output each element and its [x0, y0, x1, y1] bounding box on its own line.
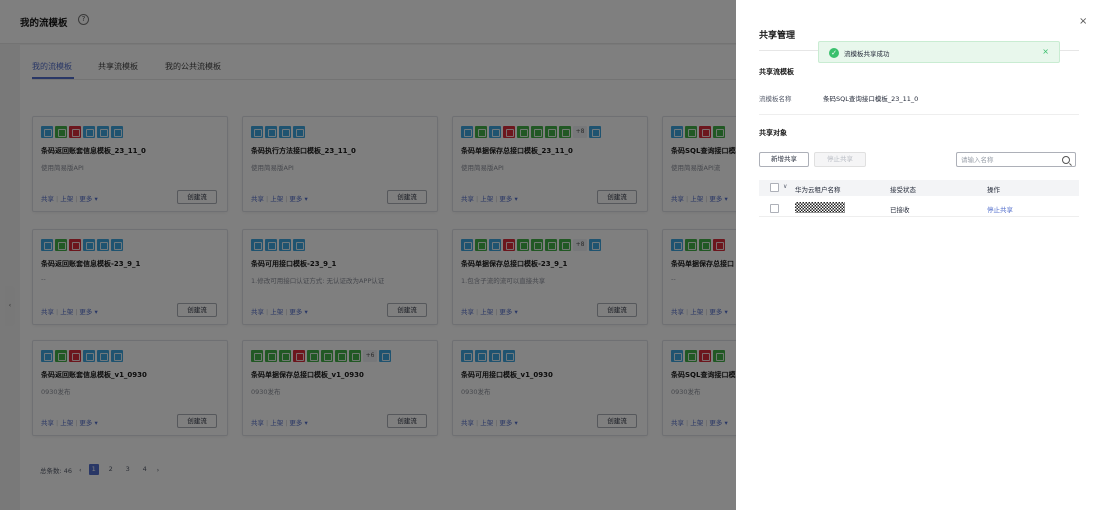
select-all-checkbox[interactable]: [770, 183, 779, 192]
toast-close-icon[interactable]: ×: [1042, 47, 1049, 56]
column-tenant-name: 华为云租户名称: [795, 186, 841, 194]
section-divider: [759, 114, 1079, 115]
section-share-targets: 共享对象: [759, 129, 787, 137]
row-stop-share-link[interactable]: 停止共享: [987, 204, 1013, 214]
row-checkbox[interactable]: [770, 204, 779, 213]
share-management-drawer: 共享管理 × ✓ 流模板共享成功 × 共享流模板 流模板名称 条码SQL查询接口…: [736, 0, 1101, 510]
drawer-title: 共享管理: [759, 31, 796, 41]
template-name-label: 流模板名称: [759, 95, 792, 103]
add-share-button[interactable]: 新增共享: [759, 152, 809, 167]
toast-message: 流模板共享成功: [844, 50, 890, 58]
tenant-search-input[interactable]: [961, 155, 1057, 165]
masked-tenant-name: [795, 202, 845, 213]
share-table-header: ∨ 华为云租户名称 接受状态 操作: [759, 180, 1079, 196]
column-actions: 操作: [987, 186, 1000, 194]
template-name-value: 条码SQL查询接口模板_23_11_0: [823, 95, 919, 103]
column-accept-status: 接受状态: [890, 186, 916, 194]
row-accept-status: 已接收: [890, 206, 910, 214]
section-shared-template: 共享流模板: [759, 68, 794, 76]
stop-share-button: 停止共享: [814, 152, 866, 167]
check-circle-icon: ✓: [829, 48, 839, 58]
success-toast: ✓ 流模板共享成功 ×: [818, 41, 1060, 63]
chevron-down-icon[interactable]: ∨: [783, 183, 787, 190]
search-icon[interactable]: [1062, 156, 1070, 164]
tenant-search-box: [956, 152, 1076, 167]
table-row: 已接收 停止共享: [759, 199, 1079, 217]
close-icon[interactable]: ×: [1079, 16, 1087, 27]
